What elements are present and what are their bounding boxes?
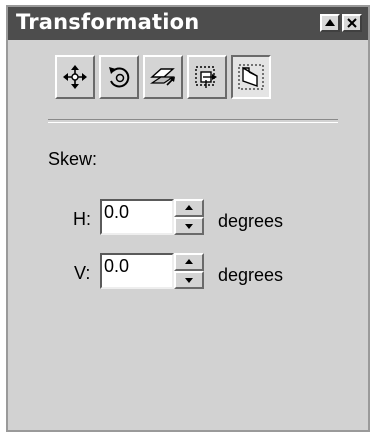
h-unit-label: degrees (218, 211, 284, 231)
minimize-button[interactable] (320, 14, 340, 32)
rotate-icon (109, 67, 130, 88)
h-value-field[interactable] (100, 199, 174, 235)
rotate-tool-button[interactable] (99, 55, 139, 99)
v-value-field[interactable] (100, 253, 174, 289)
v-decrement-button[interactable] (174, 271, 204, 289)
h-decrement-button[interactable] (174, 217, 204, 235)
skew-tool-button[interactable] (231, 55, 271, 99)
skew-section-label: Skew: (48, 149, 98, 169)
section-divider (48, 119, 338, 123)
size-icon (195, 66, 217, 88)
v-increment-button[interactable] (174, 253, 204, 271)
transformation-window: Transformation Skew: H: 0.0 degrees V: 0… (6, 5, 370, 432)
minimize-icon (325, 19, 335, 26)
arrow-down-icon (185, 224, 193, 229)
h-value-input[interactable] (102, 201, 172, 233)
scale-mirror-icon (150, 68, 175, 86)
title-bar[interactable]: Transformation (8, 7, 368, 40)
h-increment-button[interactable] (174, 199, 204, 217)
v-unit-label: degrees (218, 265, 284, 285)
v-spinner[interactable] (174, 253, 204, 289)
arrow-down-icon (185, 278, 193, 283)
h-label: H: (73, 209, 91, 229)
scale-mirror-tool-button[interactable] (143, 55, 183, 99)
skew-icon (238, 64, 264, 90)
window-title: Transformation (16, 10, 200, 34)
arrow-up-icon (185, 205, 193, 210)
close-icon (347, 18, 357, 28)
h-spinner[interactable] (174, 199, 204, 235)
close-button[interactable] (342, 14, 362, 32)
arrow-up-icon (185, 259, 193, 264)
v-value-input[interactable] (102, 255, 172, 287)
v-label: V: (74, 263, 91, 283)
position-tool-button[interactable] (55, 55, 95, 99)
size-tool-button[interactable] (187, 55, 227, 99)
move-arrows-icon (63, 65, 87, 89)
